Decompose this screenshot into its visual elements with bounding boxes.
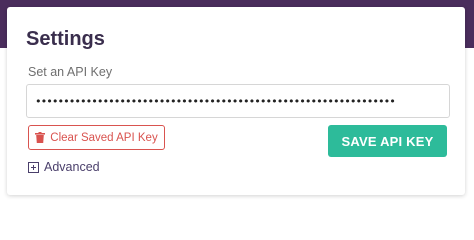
- trash-icon: [35, 132, 46, 143]
- clear-api-key-label: Clear Saved API Key: [50, 131, 158, 144]
- clear-api-key-button[interactable]: Clear Saved API Key: [28, 125, 165, 150]
- advanced-label: Advanced: [44, 160, 100, 174]
- page-title: Settings: [26, 28, 105, 50]
- api-key-input[interactable]: [26, 84, 450, 118]
- plus-square-icon: [28, 161, 39, 173]
- advanced-toggle[interactable]: Advanced: [28, 160, 100, 174]
- save-api-key-button[interactable]: SAVE API KEY: [328, 125, 447, 157]
- api-key-label: Set an API Key: [28, 65, 113, 79]
- settings-panel: Settings Set an API Key Clear Saved API …: [7, 7, 465, 195]
